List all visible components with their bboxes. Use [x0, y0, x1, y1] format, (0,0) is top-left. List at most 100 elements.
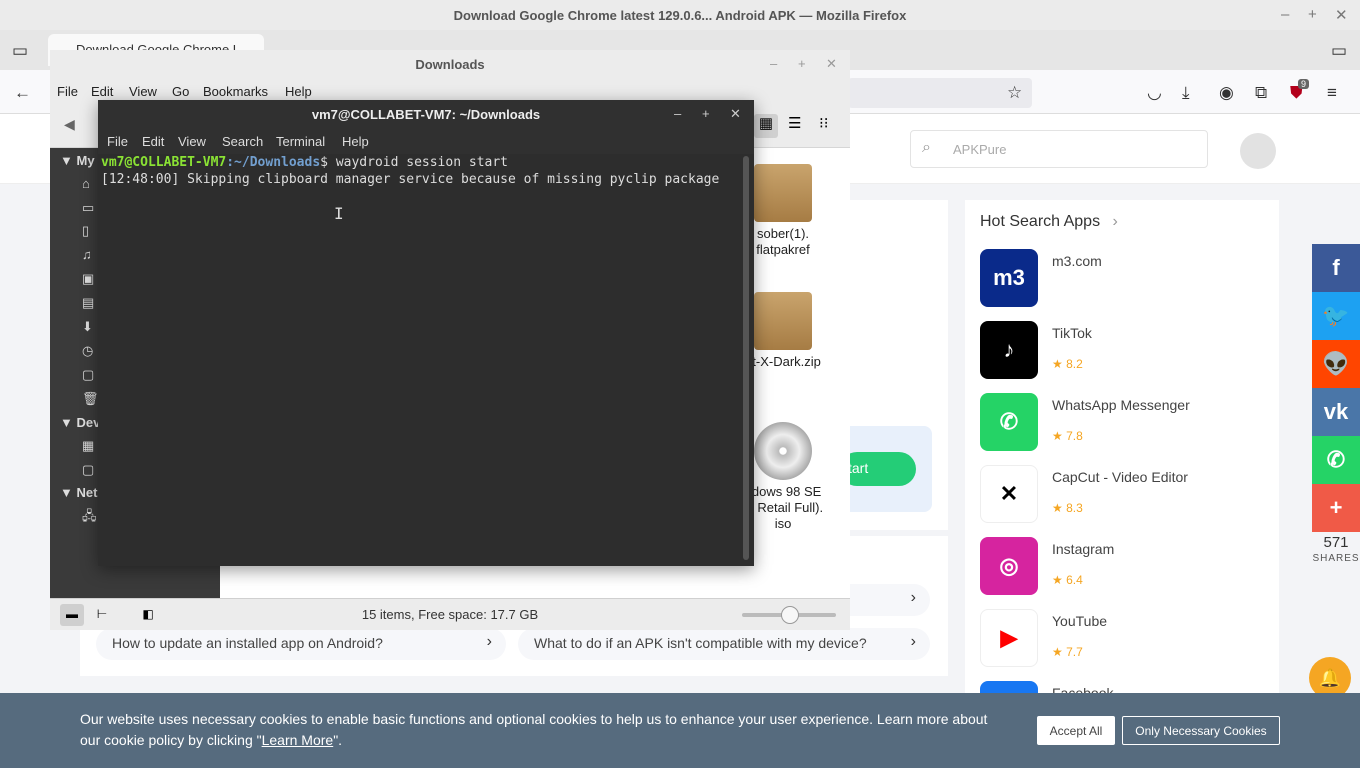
downloads-icon[interactable]: ⤓ [1182, 83, 1190, 103]
prompt-symbol: $ [320, 155, 336, 170]
site-search-input[interactable]: APKPure [910, 130, 1208, 168]
fm-maximize-button[interactable]: + [798, 56, 806, 71]
shares-label: SHARES [1312, 553, 1360, 564]
more-share-button[interactable]: + [1312, 484, 1360, 532]
chevron-right-icon: › [486, 633, 492, 650]
sidebar-section-network[interactable]: ▼ Net [60, 485, 97, 500]
sidebar-section-my-computer[interactable]: ▼ My [60, 153, 95, 168]
term-menu-edit[interactable]: Edit [142, 134, 164, 149]
term-menu-help[interactable]: Help [342, 134, 369, 149]
fm-menu-edit[interactable]: Edit [91, 84, 113, 99]
social-share-bar: f 🐦 👽 vk ✆ + [1312, 244, 1360, 532]
fm-menu-bookmarks[interactable]: Bookmarks [203, 84, 268, 99]
firefox-minimize-button[interactable]: – [1281, 6, 1289, 23]
icon-view-icon[interactable]: ▦ [754, 114, 778, 138]
vk-share-button[interactable]: vk [1312, 388, 1360, 436]
app-name: YouTube [1052, 613, 1108, 629]
only-necessary-button[interactable]: Only Necessary Cookies [1122, 716, 1280, 745]
app-rating: ★ 8.3 [1052, 501, 1083, 515]
url-bar[interactable] [848, 78, 1032, 108]
term-menu-file[interactable]: File [107, 134, 128, 149]
account-icon[interactable]: ◉ [1219, 83, 1234, 103]
term-menu-search[interactable]: Search [222, 134, 263, 149]
compact-view-icon[interactable]: ⁝⁝ [819, 114, 829, 132]
terminal-body[interactable]: vm7@COLLABET-VM7:~/Downloads$ waydroid s… [98, 154, 754, 566]
firefox-close-button[interactable]: ✕ [1335, 6, 1348, 24]
app-rating: ★ 8.2 [1052, 357, 1083, 371]
chevron-right-icon: › [1112, 213, 1118, 230]
app-name: CapCut - Video Editor [1052, 469, 1188, 485]
sidebar-section-devices[interactable]: ▼ Dev [60, 415, 100, 430]
network-icon[interactable]: 🖧 [82, 507, 98, 529]
faq-question: What to do if an APK isn't compatible wi… [534, 635, 867, 651]
home-icon[interactable]: ⌂ [82, 176, 98, 191]
fm-menu-help[interactable]: Help [285, 84, 312, 99]
hot-app-item[interactable]: ▶ YouTube ★ 7.7 [980, 609, 1260, 669]
desktop-icon[interactable]: ▭ [82, 200, 98, 216]
hot-app-item[interactable]: m3 m3.com [980, 249, 1260, 309]
filesystem-icon[interactable]: ▢ [82, 367, 98, 383]
firefox-titlebar: Download Google Chrome latest 129.0.6...… [0, 0, 1360, 30]
fm-menu-go[interactable]: Go [172, 84, 189, 99]
back-icon[interactable]: ← [14, 83, 31, 103]
accept-all-button[interactable]: Accept All [1037, 716, 1115, 745]
m3-icon: m3 [980, 249, 1038, 307]
extensions-icon[interactable]: ⧉ [1255, 83, 1267, 103]
term-menu-terminal[interactable]: Terminal [276, 134, 325, 149]
firefox-maximize-button[interactable]: + [1308, 6, 1317, 23]
hot-app-item[interactable]: ✕ CapCut - Video Editor ★ 8.3 [980, 465, 1260, 525]
drive-icon[interactable]: ▢ [82, 462, 98, 478]
sidebar-section-label: Dev [76, 415, 101, 430]
status-text: 15 items, Free space: 17.7 GB [361, 607, 539, 622]
pocket-icon[interactable]: ◡ [1147, 83, 1162, 103]
list-view-icon[interactable]: ☰ [788, 114, 801, 132]
fm-back-icon[interactable]: ◀ [64, 116, 75, 133]
terminal-minimize-button[interactable]: – [674, 106, 681, 121]
faq-item[interactable]: What to do if an APK isn't compatible wi… [518, 628, 930, 660]
fm-minimize-button[interactable]: – [770, 56, 777, 71]
twitter-share-button[interactable]: 🐦 [1312, 292, 1360, 340]
star-icon: ★ [1052, 501, 1067, 515]
text-cursor-icon: I [334, 204, 344, 223]
facebook-share-button[interactable]: f [1312, 244, 1360, 292]
terminal-title: vm7@COLLABET-VM7: ~/Downloads [311, 106, 541, 122]
documents-icon[interactable]: ▯ [82, 223, 98, 239]
drive-icon[interactable]: ▦ [82, 438, 98, 454]
hot-app-item[interactable]: ◎ Instagram ★ 6.4 [980, 537, 1260, 597]
terminal-maximize-button[interactable]: + [702, 106, 710, 121]
user-avatar[interactable] [1240, 133, 1276, 169]
pictures-icon[interactable]: ▣ [82, 271, 98, 287]
hot-app-item[interactable]: ✆ WhatsApp Messenger ★ 7.8 [980, 393, 1260, 453]
downloads-folder-icon[interactable]: ⬇ [82, 319, 98, 335]
fm-menu-file[interactable]: File [57, 84, 78, 99]
menu-icon[interactable]: ≡ [1327, 83, 1337, 103]
rating-value: 7.7 [1066, 645, 1083, 659]
fm-menu-view[interactable]: View [129, 84, 157, 99]
music-icon[interactable]: ♫ [82, 247, 98, 262]
youtube-icon: ▶ [980, 609, 1038, 667]
hot-search-title[interactable]: Hot Search Apps › [980, 213, 1118, 231]
terminal-close-button[interactable]: ✕ [730, 106, 741, 122]
cookie-message: Our website uses necessary cookies to en… [80, 711, 988, 748]
videos-icon[interactable]: ▤ [82, 295, 98, 311]
firefox-view-icon[interactable]: ▭ [12, 41, 28, 61]
recent-icon[interactable]: ◷ [82, 343, 98, 359]
tab-list-icon[interactable]: ▭ [1331, 41, 1347, 61]
file-manager-title: Downloads [415, 56, 485, 72]
terminal-scrollbar[interactable] [743, 156, 749, 560]
instagram-icon: ◎ [980, 537, 1038, 595]
zoom-slider-handle[interactable] [781, 606, 799, 624]
terminal-prompt-line: vm7@COLLABET-VM7:~/Downloads$ waydroid s… [101, 155, 508, 170]
bookmark-star-icon[interactable]: ☆ [1007, 83, 1022, 103]
whatsapp-share-button[interactable]: ✆ [1312, 436, 1360, 484]
faq-item[interactable]: How to update an installed app on Androi… [96, 628, 506, 660]
start-button[interactable]: tart [840, 452, 916, 486]
shares-count: 571 [1323, 534, 1349, 551]
learn-more-link[interactable]: Learn More [262, 732, 334, 748]
trash-icon[interactable]: 🗑 [82, 391, 99, 407]
reddit-share-button[interactable]: 👽 [1312, 340, 1360, 388]
hot-app-item[interactable]: ♪ TikTok ★ 8.2 [980, 321, 1260, 381]
term-menu-view[interactable]: View [178, 134, 206, 149]
fm-close-button[interactable]: ✕ [826, 56, 837, 72]
terminal-output-line: [12:48:00] Skipping clipboard manager se… [101, 172, 720, 187]
